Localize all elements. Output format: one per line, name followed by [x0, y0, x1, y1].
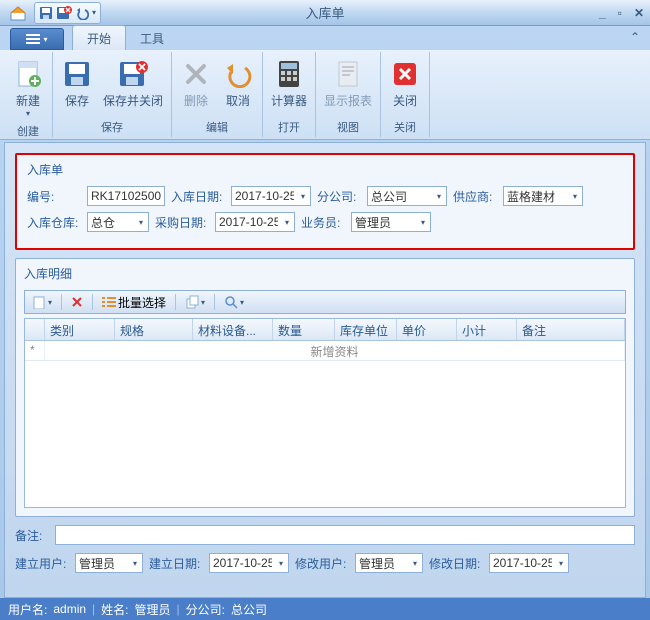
mod-date-label: 修改日期:: [429, 555, 483, 572]
create-user-label: 建立用户:: [15, 555, 69, 572]
status-name: 管理员: [135, 601, 171, 618]
supplier-label: 供应商:: [453, 188, 497, 205]
mod-user-label: 修改用户:: [295, 555, 349, 572]
create-date-label: 建立日期:: [149, 555, 203, 572]
grid-new-row[interactable]: * 新增资料: [25, 341, 625, 361]
tb-delete-button[interactable]: [68, 295, 86, 309]
status-name-label: 姓名:: [101, 601, 128, 618]
app-menu-button[interactable]: ▾: [10, 28, 64, 50]
ribbon-group-edit: 删除 取消 编辑: [172, 52, 263, 137]
status-user: admin: [53, 602, 86, 616]
tb-new-button[interactable]: ▾: [29, 294, 55, 310]
delete-button: 删除: [176, 54, 216, 118]
status-branch: 总公司: [231, 601, 267, 618]
status-user-label: 用户名:: [8, 601, 47, 618]
disk-icon: [61, 58, 93, 90]
detail-grid[interactable]: 类别 规格 材料设备... 数量 库存单位 单价 小计 备注 * 新增资料: [24, 318, 626, 508]
save-button[interactable]: 保存: [57, 54, 97, 118]
chevron-down-icon[interactable]: ▾: [128, 554, 142, 572]
grid-header: 类别 规格 材料设备... 数量 库存单位 单价 小计 备注: [25, 319, 625, 341]
podate-label: 采购日期:: [155, 214, 209, 231]
cancel-button[interactable]: 取消: [218, 54, 258, 118]
window-controls: _ ▫ ✕: [599, 6, 644, 20]
content-area: 入库单 编号: 入库日期: ▾ 分公司: ▾ 供应商: ▾ 入库仓库: ▾ 采购…: [4, 142, 646, 598]
statusbar: 用户名: admin | 姓名: 管理员 | 分公司: 总公司: [0, 598, 650, 620]
form-title: 入库单: [27, 161, 623, 178]
detail-panel: 入库明细 ▾ 批量选择 ▾ ▾ 类别 规格 材料设备... 数量 库存单位 单价…: [15, 258, 635, 517]
qat-dropdown-icon[interactable]: ▾: [92, 8, 96, 17]
chevron-down-icon[interactable]: ▾: [134, 213, 148, 231]
detail-toolbar: ▾ 批量选择 ▾ ▾: [24, 290, 626, 314]
new-icon: [12, 58, 44, 90]
chevron-down-icon[interactable]: ▾: [554, 554, 568, 572]
ribbon-group-close: 关闭 关闭: [381, 52, 430, 137]
tb-copy-button[interactable]: ▾: [182, 294, 208, 310]
titlebar: ▾ 入库单 _ ▫ ✕: [0, 0, 650, 26]
close-button[interactable]: 关闭: [385, 54, 425, 118]
report-icon: [332, 58, 364, 90]
chevron-down-icon: ▾: [26, 109, 30, 118]
chevron-down-icon[interactable]: ▾: [296, 187, 310, 205]
tb-batch-button[interactable]: 批量选择: [99, 293, 169, 312]
chevron-down-icon[interactable]: ▾: [432, 187, 446, 205]
op-label: 业务员:: [301, 214, 345, 231]
calculator-icon: [273, 58, 305, 90]
quick-access-toolbar: ▾: [0, 2, 101, 24]
ribbon: 新建 ▾ 创建 保存 保存并关闭 保存 删除 取消: [0, 50, 650, 140]
disk-close-icon: [117, 58, 149, 90]
form-panel: 入库单 编号: 入库日期: ▾ 分公司: ▾ 供应商: ▾ 入库仓库: ▾ 采购…: [15, 153, 635, 250]
undo-icon[interactable]: [75, 6, 89, 20]
minimize-button[interactable]: _: [599, 6, 606, 20]
meta-row: 建立用户: ▾ 建立日期: ▾ 修改用户: ▾ 修改日期: ▾: [15, 553, 635, 573]
code-label: 编号:: [27, 188, 81, 205]
remark-label: 备注:: [15, 527, 49, 544]
chevron-down-icon[interactable]: ▾: [408, 554, 422, 572]
chevron-down-icon[interactable]: ▾: [274, 554, 288, 572]
indate-label: 入库日期:: [171, 188, 225, 205]
home-icon[interactable]: [4, 2, 32, 24]
save-close-icon[interactable]: [56, 6, 72, 20]
maximize-button[interactable]: ▫: [618, 6, 622, 20]
remark-input[interactable]: [55, 525, 635, 545]
tab-tools[interactable]: 工具: [126, 26, 178, 50]
ribbon-group-open: 计算器 打开: [263, 52, 316, 137]
chevron-down-icon[interactable]: ▾: [280, 213, 294, 231]
tab-start[interactable]: 开始: [72, 25, 126, 50]
close-icon: [389, 58, 421, 90]
delete-icon: [180, 58, 212, 90]
close-window-button[interactable]: ✕: [634, 6, 644, 20]
wh-label: 入库仓库:: [27, 214, 81, 231]
window-title: 入库单: [305, 3, 344, 22]
chevron-down-icon[interactable]: ▾: [416, 213, 430, 231]
status-branch-label: 分公司:: [186, 601, 225, 618]
ribbon-group-create: 新建 ▾ 创建: [4, 52, 53, 137]
report-button: 显示报表: [320, 54, 376, 118]
qat-box: ▾: [34, 2, 101, 24]
chevron-down-icon[interactable]: ▾: [568, 187, 582, 205]
calculator-button[interactable]: 计算器: [267, 54, 311, 118]
save-icon[interactable]: [39, 6, 53, 20]
ribbon-group-view: 显示报表 视图: [316, 52, 381, 137]
ribbon-group-save: 保存 保存并关闭 保存: [53, 52, 172, 137]
tb-search-button[interactable]: ▾: [221, 294, 247, 310]
detail-title: 入库明细: [24, 265, 626, 282]
code-input[interactable]: [87, 186, 165, 206]
ribbon-collapse-icon[interactable]: ⌃: [630, 30, 640, 44]
save-close-button[interactable]: 保存并关闭: [99, 54, 167, 118]
branch-label: 分公司:: [317, 188, 361, 205]
undo-arrow-icon: [222, 58, 254, 90]
new-button[interactable]: 新建 ▾: [8, 54, 48, 122]
ribbon-tabs: ▾ 开始 工具 ⌃: [0, 26, 650, 50]
remark-row: 备注:: [15, 525, 635, 545]
